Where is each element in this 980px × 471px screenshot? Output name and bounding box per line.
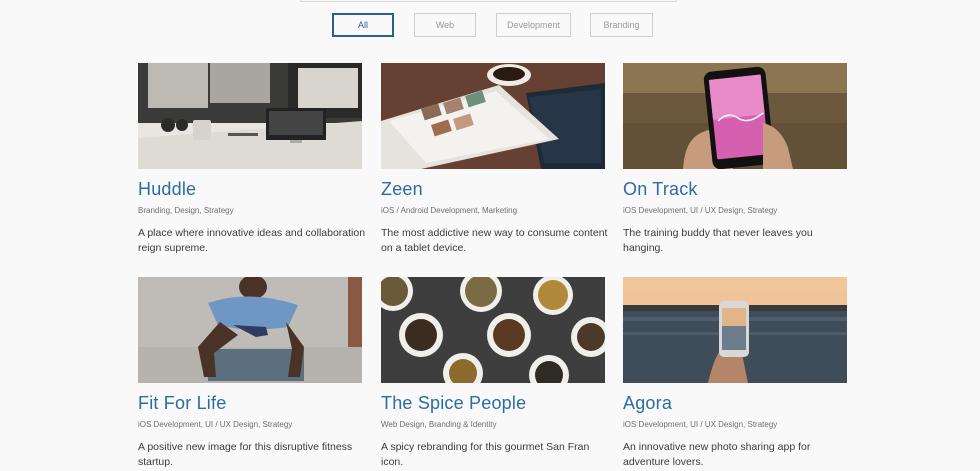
filter-all-button[interactable]: All (332, 13, 394, 37)
project-categories: iOS / Android Development, Marketing (381, 206, 518, 215)
project-description: A positive new image for this disruptive… (138, 441, 353, 468)
project-title[interactable]: Huddle (138, 179, 196, 200)
fitness-man-photo[interactable] (138, 277, 362, 383)
filter-web-button[interactable]: Web (414, 13, 476, 37)
project-title[interactable]: Zeen (381, 179, 423, 200)
filter-development-button[interactable]: Development (496, 13, 571, 37)
spice-cups-photo[interactable] (381, 277, 605, 383)
phone-in-hand-photo[interactable] (623, 63, 847, 169)
project-title[interactable]: On Track (623, 179, 698, 200)
project-categories: Web Design, Branding & Identity (381, 420, 497, 429)
project-description: The most addictive new way to consume co… (381, 227, 608, 254)
office-desk-photo[interactable] (138, 63, 362, 169)
project-title[interactable]: Fit For Life (138, 393, 226, 414)
project-description: A spicy rebranding for this gourmet San … (381, 441, 590, 468)
top-divider (300, 0, 677, 2)
project-title[interactable]: The Spice People (381, 393, 526, 414)
tablet-coffee-photo[interactable] (381, 63, 605, 169)
project-description: The training buddy that never leaves you… (623, 227, 813, 254)
project-description: An innovative new photo sharing app for … (623, 441, 811, 468)
filter-branding-button[interactable]: Branding (590, 13, 653, 37)
project-categories: Branding, Design, Strategy (138, 206, 234, 215)
project-categories: iOS Development, UI / UX Design, Strateg… (138, 420, 293, 429)
project-categories: iOS Development, UI / UX Design, Strateg… (623, 206, 778, 215)
project-description: A place where innovative ideas and colla… (138, 227, 366, 254)
project-categories: iOS Development, UI / UX Design, Strateg… (623, 420, 778, 429)
project-title[interactable]: Agora (623, 393, 672, 414)
phone-lake-photo[interactable] (623, 277, 847, 383)
